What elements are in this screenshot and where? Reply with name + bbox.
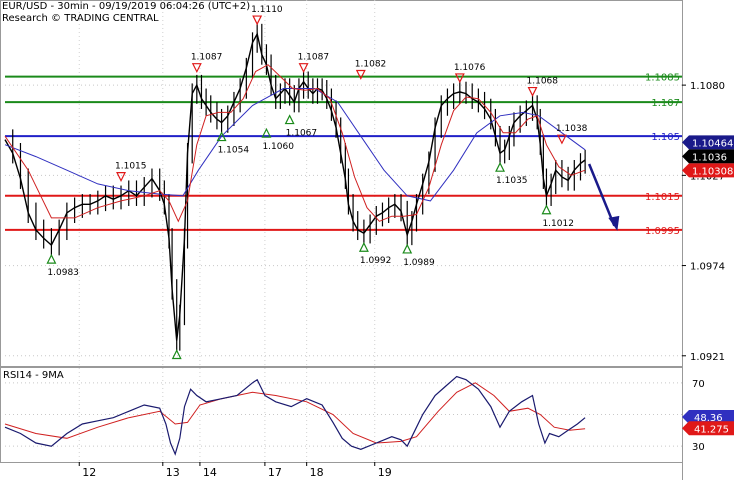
level-label: 1.1085 [645,73,680,84]
chart-canvas: 1.10801.10271.09741.09217050301213141718… [0,0,734,480]
trough-label: 1.1060 [262,142,294,152]
peak-label: 1.1082 [355,60,387,70]
peak-label: 1.1038 [556,124,588,134]
trough-marker [284,114,295,125]
rsi-ma-line [4,382,586,444]
x-axis-label: 14 [203,466,217,479]
peak-label: 1.1068 [527,77,559,87]
peak-label: 1.1015 [115,162,146,172]
level-label: 1.0995 [645,226,680,237]
price-tag-label: 1.10308 [692,166,733,177]
trough-marker [171,349,182,360]
forecast-arrow-head [608,215,620,231]
level-label: 1.105 [651,132,680,143]
trough-label: 1.0983 [47,268,79,278]
rsi-tag-label: 41.275 [694,424,729,435]
trough-marker [358,241,369,252]
trough-marker [402,243,413,254]
peak-marker [454,73,465,84]
trough-label: 1.1054 [218,146,250,156]
x-axis-label: 17 [268,466,282,479]
price-tag-label: 1.1036 [692,152,727,163]
price-panel-frame [0,0,683,367]
rsi-line [4,375,586,456]
peak-label: 1.1076 [454,63,486,73]
peak-marker [527,86,538,97]
price-line [4,32,586,341]
chart-subtitle: Research © TRADING CENTRAL [2,13,159,24]
trough-marker [46,253,57,264]
price-axis-label: 1.0974 [690,262,725,273]
trough-label: 1.1012 [542,219,574,229]
trough-label: 1.1067 [286,129,318,139]
peak-marker [298,63,309,74]
rsi-axis-label: 70 [692,379,705,390]
x-axis-label: 12 [82,466,96,479]
x-axis-label: 18 [310,466,324,479]
trough-label: 1.0989 [403,258,435,268]
x-axis-label: 13 [166,466,180,479]
peak-marker [191,63,202,74]
peak-marker [252,15,263,26]
peak-label: 1.1087 [298,53,330,63]
level-label: 1.107 [651,98,680,109]
level-label: 1.1015 [645,192,680,203]
peak-label: 1.1110 [251,5,283,15]
price-axis-label: 1.0921 [690,352,725,363]
peak-marker [116,172,126,183]
rsi-title: RSI14 - 9MA [3,370,64,381]
rsi-axis-label: 30 [692,442,705,453]
trough-marker [495,161,506,172]
trough-label: 1.0992 [360,256,392,266]
price-tag-label: 1.10464 [692,138,733,149]
peak-label: 1.1087 [191,53,223,63]
x-axis-label: 19 [378,466,392,479]
chart-title: EUR/USD - 30min - 09/19/2019 06:04:26 (U… [2,1,251,12]
trough-marker [541,204,552,215]
trough-label: 1.1035 [496,176,528,186]
price-axis-label: 1.1080 [690,81,725,92]
